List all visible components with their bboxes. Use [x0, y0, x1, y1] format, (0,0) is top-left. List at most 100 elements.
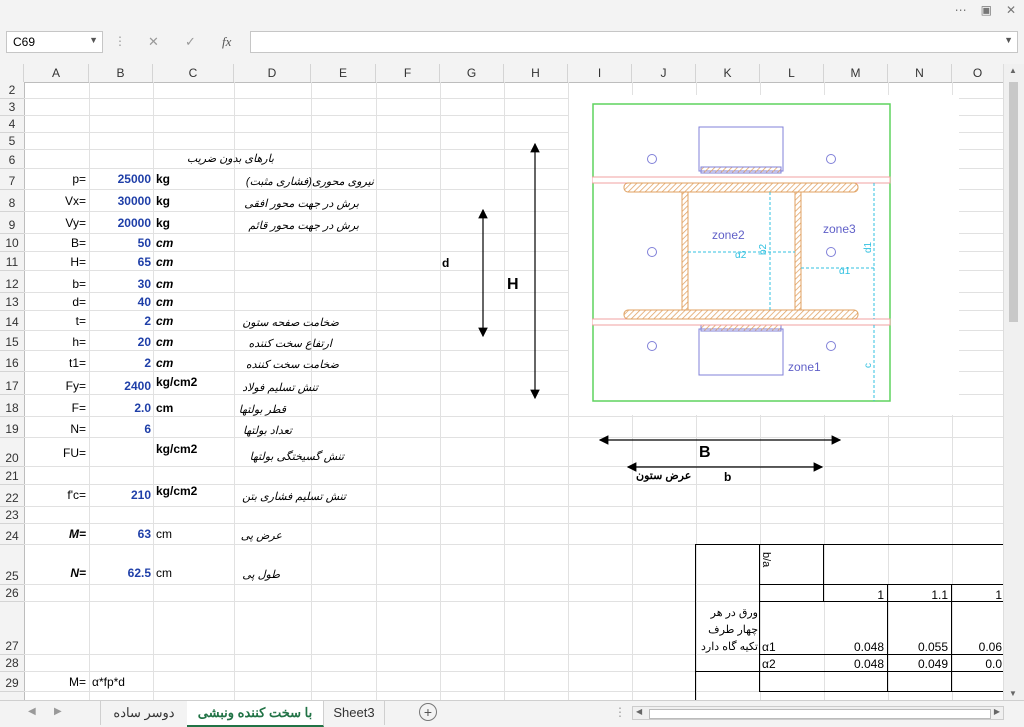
row-header[interactable]: 25	[0, 545, 24, 585]
row-header[interactable]: 4	[0, 116, 24, 133]
table-cell[interactable]: 0.06	[952, 640, 1002, 654]
column-header[interactable]: K	[696, 64, 760, 82]
column-header[interactable]: A	[24, 64, 89, 82]
table-cell[interactable]: 1	[952, 588, 1002, 602]
row-header[interactable]: 14	[0, 311, 24, 331]
formula-input[interactable]: ▼	[250, 31, 1018, 53]
more-options-icon[interactable]: ⋯	[955, 3, 967, 17]
formula-bar: C69 ▼ ⋮ ✕ ✓ fx ▼	[0, 22, 1024, 65]
column-header[interactable]: D	[234, 64, 311, 82]
table-cell[interactable]: 1.1	[888, 588, 948, 602]
tab-scroll-right-icon[interactable]: ▶	[54, 706, 62, 717]
zone3-label: zone3	[823, 222, 856, 236]
column-header[interactable]: M	[824, 64, 888, 82]
row-headers: 2 3 4 5 6 7 8 9 10 11 12 13 14 15 16 17 …	[0, 82, 25, 700]
more-icon[interactable]: ⋮	[614, 705, 626, 719]
column-header[interactable]: I	[568, 64, 632, 82]
row-header[interactable]: 9	[0, 212, 24, 234]
table-row-alpha1: α1	[762, 640, 776, 654]
chevron-down-icon[interactable]: ▼	[1004, 35, 1013, 45]
row-header[interactable]: 13	[0, 293, 24, 311]
row-header[interactable]: 23	[0, 507, 24, 524]
name-box-value: C69	[13, 35, 36, 49]
row-header[interactable]: 5	[0, 133, 24, 150]
tab-scroll-left-icon[interactable]: ◀	[28, 706, 36, 717]
row-header[interactable]: 18	[0, 395, 24, 417]
row-header[interactable]: 16	[0, 351, 24, 372]
row-header[interactable]: 8	[0, 190, 24, 212]
chevron-down-icon[interactable]: ▼	[89, 35, 98, 45]
alpha1-label: α1	[839, 266, 851, 277]
scroll-up-icon[interactable]: ▲	[1009, 66, 1017, 75]
vertical-scroll-thumb[interactable]	[1009, 82, 1018, 322]
row-header[interactable]: 21	[0, 467, 24, 485]
row-header[interactable]: 17	[0, 372, 24, 395]
dim-label-d: d	[442, 256, 450, 270]
zone2-label: zone2	[712, 228, 745, 242]
sheet-tab[interactable]: Sheet3	[324, 701, 385, 725]
b2-label: b2	[758, 243, 769, 255]
row-header[interactable]: 12	[0, 271, 24, 293]
horizontal-scrollbar[interactable]: ◀ ▶	[632, 706, 1004, 720]
column-header[interactable]: B	[89, 64, 153, 82]
row-header[interactable]: 26	[0, 585, 24, 602]
column-header[interactable]: O	[952, 64, 1004, 82]
cancel-icon[interactable]: ✕	[148, 34, 159, 50]
column-header[interactable]: E	[311, 64, 376, 82]
row-header[interactable]: 2	[0, 82, 24, 99]
column-header[interactable]: J	[632, 64, 696, 82]
insert-function-icon[interactable]: fx	[222, 34, 231, 50]
close-window-icon[interactable]: ✕	[1006, 3, 1016, 17]
column-header[interactable]: L	[760, 64, 824, 82]
table-row-alpha2: α2	[762, 657, 776, 671]
restore-window-icon[interactable]: ▣	[981, 3, 992, 17]
table-cell[interactable]: 0.055	[888, 640, 948, 654]
vertical-scrollbar[interactable]: ▲ ▼	[1003, 64, 1024, 700]
column-headers: A B C D E F G H I J K L M N O	[0, 64, 1004, 83]
dim-label-h: H	[507, 276, 519, 293]
dim-label-b: b	[724, 470, 732, 484]
more-icon: ⋮	[114, 34, 126, 48]
row-header[interactable]: 3	[0, 99, 24, 116]
dim-label-column-width: عرض ستون	[636, 470, 692, 482]
scroll-right-icon[interactable]: ▶	[994, 707, 1000, 716]
column-header[interactable]: N	[888, 64, 952, 82]
table-cell[interactable]: 0.048	[824, 657, 884, 671]
row-header[interactable]: 11	[0, 252, 24, 271]
column-header[interactable]: G	[440, 64, 504, 82]
row-header[interactable]: 28	[0, 655, 24, 672]
scroll-down-icon[interactable]: ▼	[1009, 689, 1017, 698]
row-header[interactable]: 22	[0, 485, 24, 507]
row-header[interactable]: 10	[0, 234, 24, 252]
title-bar: ⋯ ▣ ✕	[0, 0, 1024, 22]
row-header[interactable]: 15	[0, 331, 24, 351]
add-sheet-icon[interactable]: +	[419, 703, 437, 721]
column-header[interactable]: H	[504, 64, 568, 82]
enter-icon[interactable]: ✓	[185, 34, 196, 50]
table-cell[interactable]: 1	[824, 588, 884, 602]
row-header[interactable]: 29	[0, 672, 24, 692]
table-row-label: ورق در هر	[710, 607, 758, 619]
sheet-tab-active[interactable]: با سخت کننده ونبشی	[187, 701, 324, 727]
row-header[interactable]: 20	[0, 438, 24, 467]
column-header[interactable]: C	[153, 64, 234, 82]
zone1-label: zone1	[788, 360, 821, 374]
name-box[interactable]: C69 ▼	[6, 31, 103, 53]
select-all-corner[interactable]	[0, 64, 24, 82]
row-header[interactable]: 19	[0, 417, 24, 438]
sheet-grid[interactable]: بارهای بدون ضریب p= Vx= Vy= B= H= b= d= …	[24, 82, 1004, 700]
table-cell[interactable]: 0.0	[952, 657, 1002, 671]
scroll-left-icon[interactable]: ◀	[636, 707, 642, 716]
table-row-label: چهار طرف	[708, 624, 758, 636]
base-plate-drawing: zone2 zone3 zone1 α2 α1 b2 d1 c	[592, 103, 891, 402]
row-header[interactable]: 7	[0, 169, 24, 190]
alpha2-label: α2	[735, 250, 747, 261]
horizontal-scroll-thumb[interactable]	[649, 709, 991, 719]
table-cell[interactable]: 0.049	[888, 657, 948, 671]
row-header[interactable]: 27	[0, 602, 24, 655]
sheet-tab[interactable]: دوسر ساده	[100, 701, 188, 725]
column-header[interactable]: F	[376, 64, 440, 82]
row-header[interactable]: 24	[0, 524, 24, 545]
table-cell[interactable]: 0.048	[824, 640, 884, 654]
row-header[interactable]: 6	[0, 150, 24, 169]
